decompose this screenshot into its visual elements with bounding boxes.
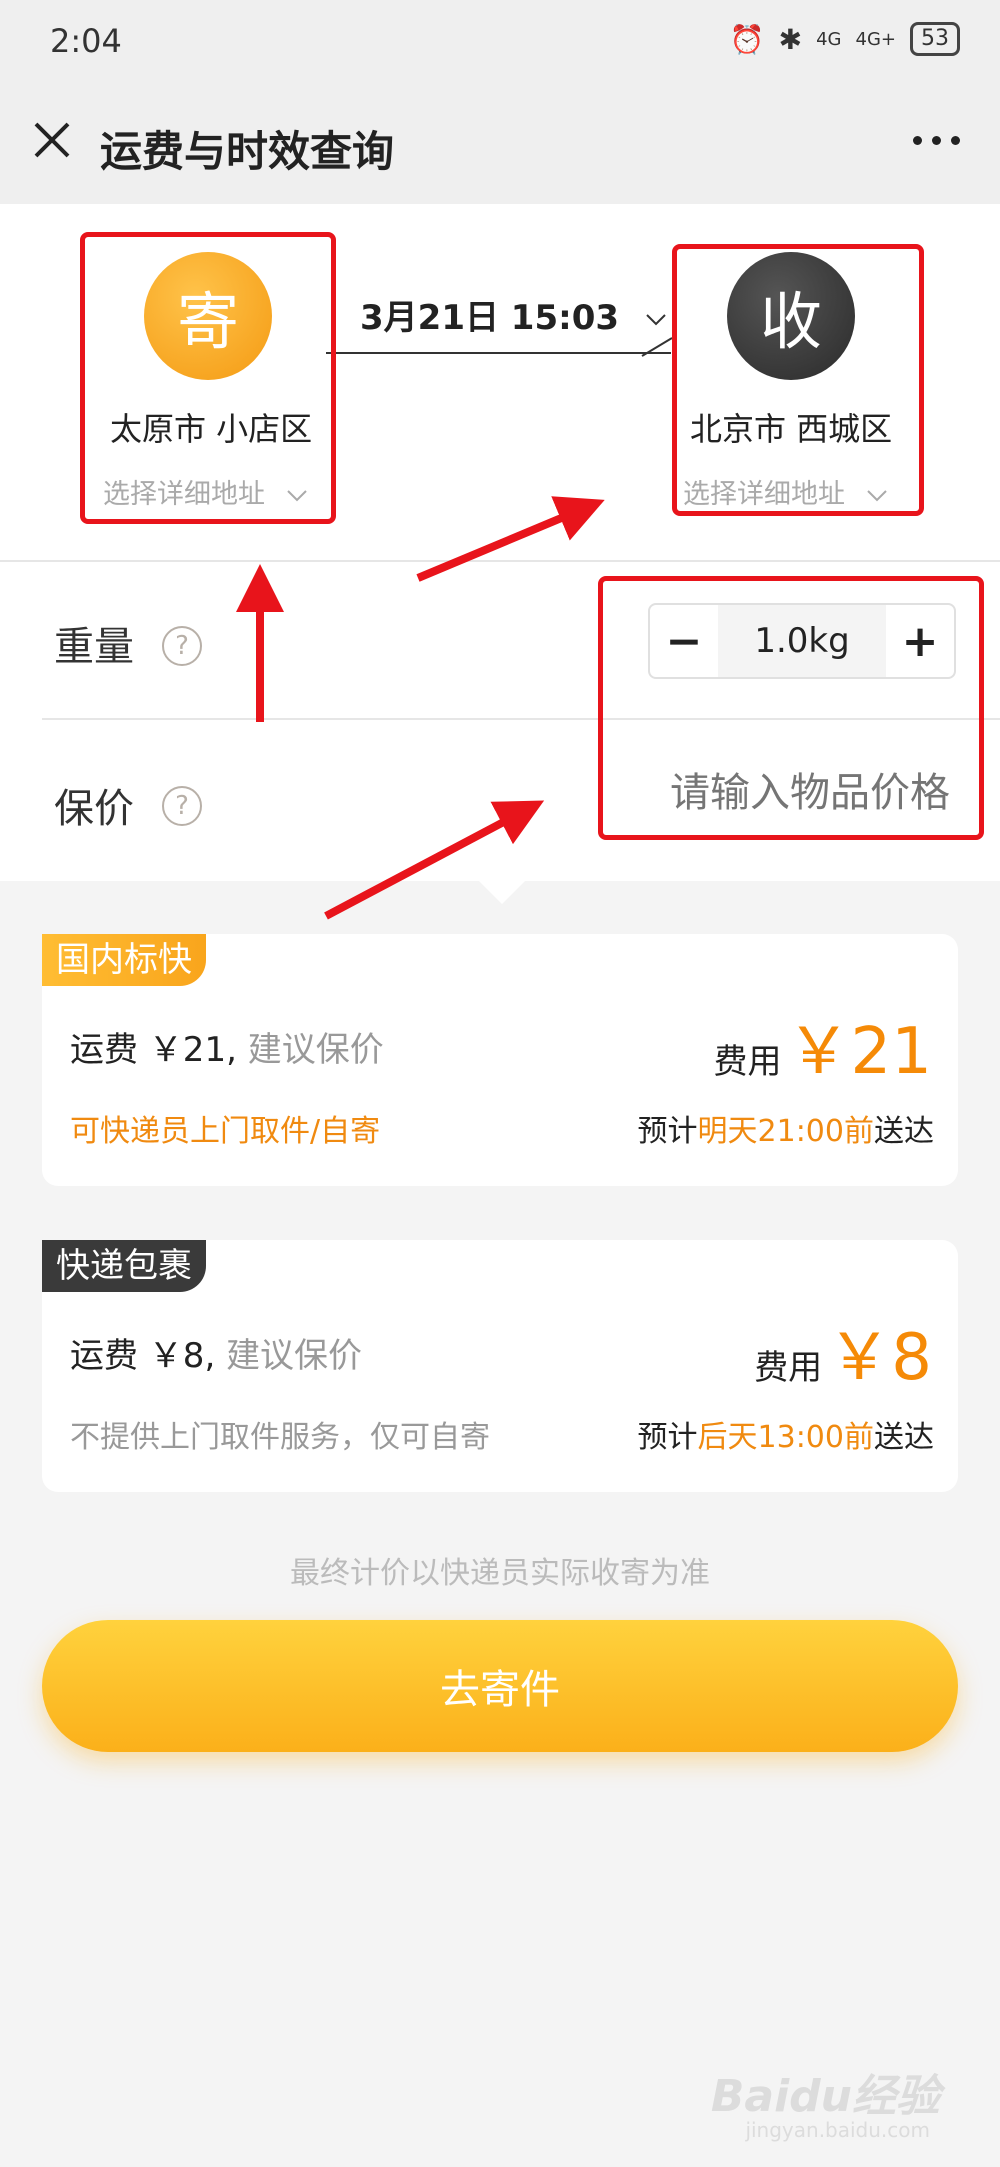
- option-card-parcel[interactable]: 快递包裹 运费 ￥8, 建议保价 费用 ￥8 不提供上门取件服务，仅可自寄 预计…: [42, 1240, 958, 1492]
- insurance-hint: 建议保价: [247, 1030, 384, 1070]
- pickup-info: 可快递员上门取件/自寄: [70, 1114, 381, 1149]
- pickup-info: 不提供上门取件服务，仅可自寄: [70, 1420, 490, 1455]
- freight-line: 运费 ￥8, 建议保价: [70, 1328, 362, 1377]
- watermark-logo: Baidu经验: [710, 2071, 940, 2122]
- eta-time: 后天13:00前: [697, 1420, 874, 1455]
- eta-time: 明天21:00前: [697, 1114, 874, 1149]
- cost-label: 费用: [713, 1042, 782, 1082]
- eta-suffix: 送达: [874, 1420, 934, 1455]
- option-card-standard[interactable]: 国内标快 运费 ￥21, 建议保价 费用 ￥21 可快递员上门取件/自寄 预计明…: [42, 934, 958, 1186]
- pricing-footnote: 最终计价以快递员实际收寄为准: [290, 1556, 710, 1591]
- cost-block: 费用 ￥21: [713, 1000, 932, 1092]
- freight-amount: 运费 ￥21,: [70, 1030, 237, 1070]
- option-tag: 快递包裹: [42, 1240, 206, 1292]
- cost-value: ￥8: [827, 1321, 932, 1395]
- watermark-url: jingyan.baidu.com: [745, 2118, 930, 2142]
- eta-info: 预计明天21:00前送达: [638, 1106, 934, 1150]
- go-ship-button[interactable]: 去寄件: [42, 1620, 958, 1752]
- insurance-hint: 建议保价: [226, 1336, 363, 1376]
- cost-label: 费用: [754, 1348, 823, 1388]
- eta-info: 预计后天13:00前送达: [638, 1412, 934, 1456]
- eta-prefix: 预计: [637, 1420, 698, 1455]
- freight-amount: 运费 ￥8,: [70, 1336, 216, 1376]
- eta-suffix: 送达: [874, 1114, 934, 1149]
- cost-block: 费用 ￥8: [754, 1306, 932, 1398]
- option-tag: 国内标快: [42, 934, 206, 986]
- freight-line: 运费 ￥21, 建议保价: [70, 1022, 384, 1071]
- cost-value: ￥21: [786, 1015, 932, 1089]
- annotation-arrows: [236, 496, 605, 920]
- eta-prefix: 预计: [637, 1114, 698, 1149]
